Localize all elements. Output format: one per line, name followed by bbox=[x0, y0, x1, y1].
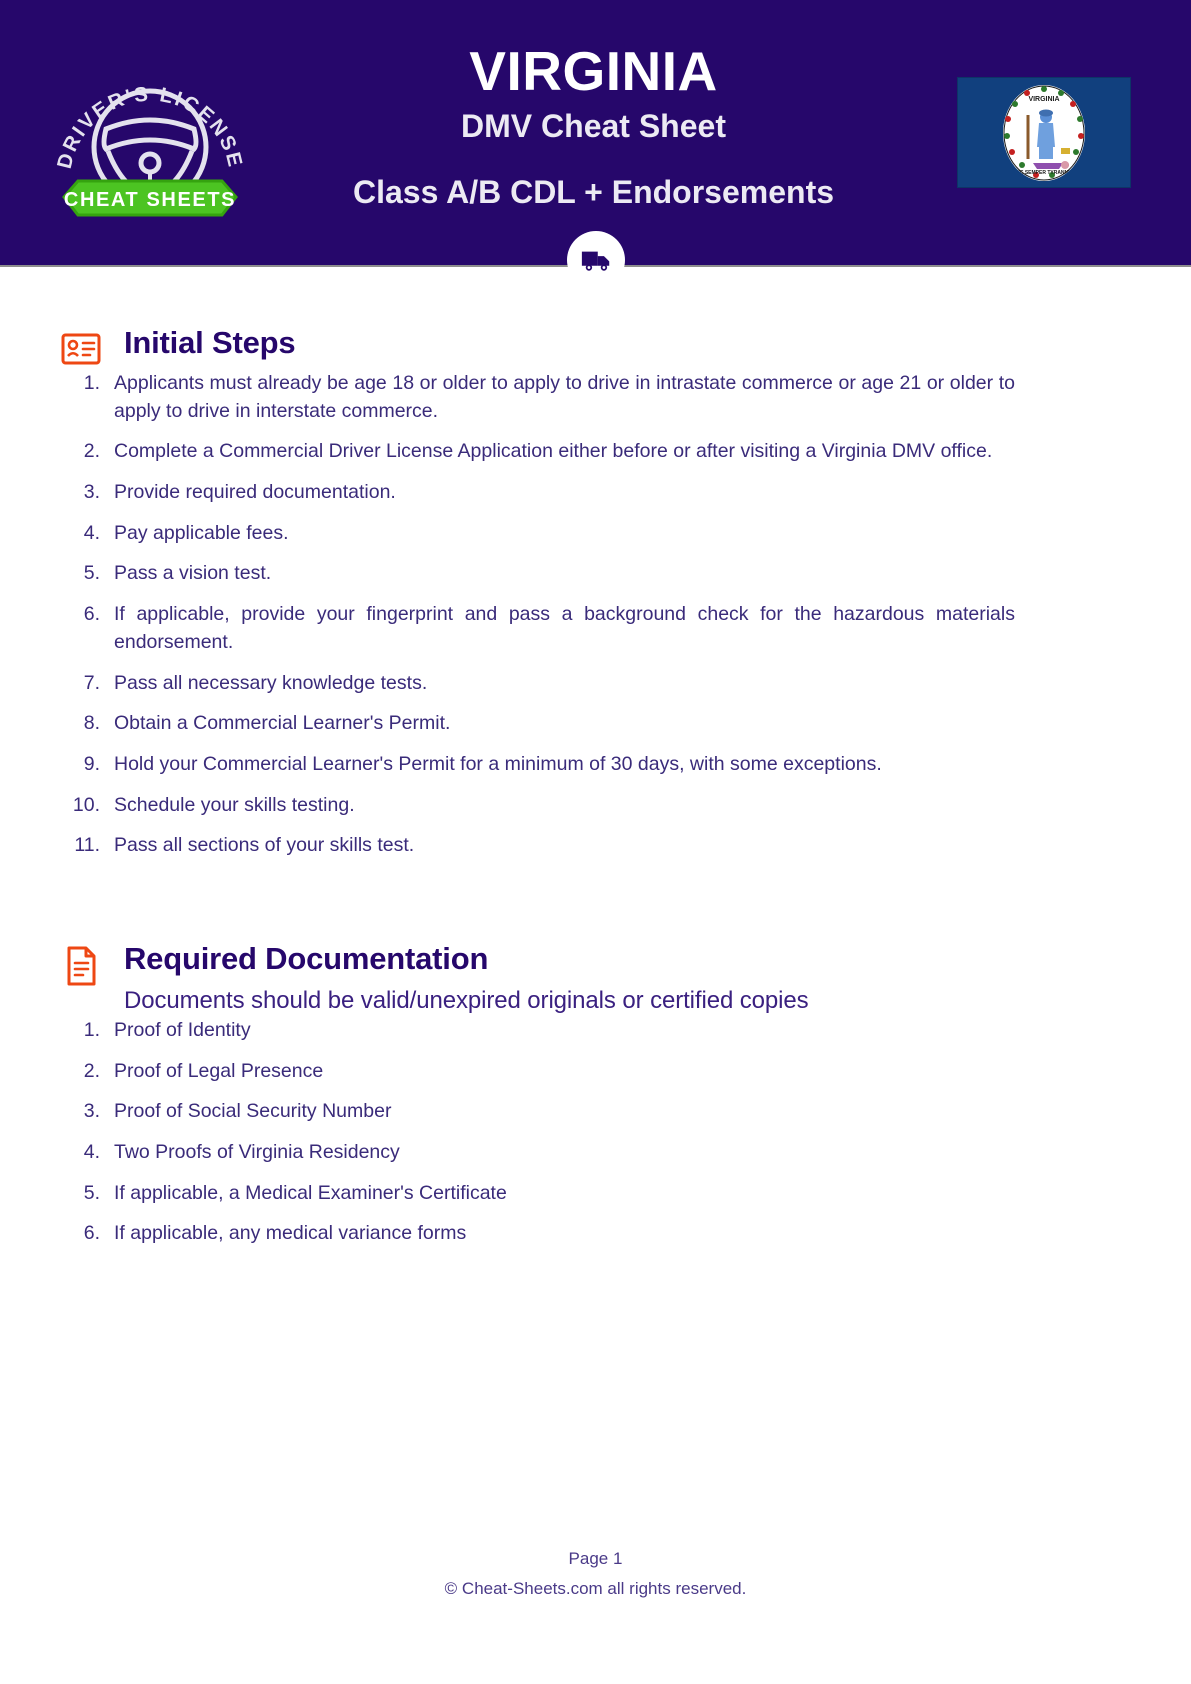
list-item: Pass all necessary knowledge tests. bbox=[60, 670, 428, 697]
list-item: Pass all sections of your skills test. bbox=[60, 832, 415, 859]
section-header: Required Documentation Documents should … bbox=[60, 941, 1131, 1017]
list-item: Proof of Social Security Number bbox=[60, 1098, 392, 1125]
virginia-seal: VIRGINIA SIC SEMPER TYRANNIS bbox=[1003, 84, 1085, 181]
page-content: Initial Steps Applicants must already be… bbox=[0, 265, 1191, 1248]
page-footer: Page 1 © Cheat-Sheets.com all rights res… bbox=[0, 1545, 1191, 1602]
document-icon bbox=[60, 944, 102, 986]
list-item: If applicable, provide your fingerprint … bbox=[60, 601, 1015, 653]
ribbon-label: CHEAT SHEETS bbox=[64, 189, 236, 211]
state-title: VIRGINIA bbox=[469, 39, 718, 102]
page-number: Page 1 bbox=[568, 1548, 623, 1568]
license-class-line: Class A/B CDL + Endorsements bbox=[352, 174, 835, 211]
list-item: Proof of Legal Presence bbox=[60, 1058, 324, 1085]
list-item: Pass a vision test. bbox=[60, 560, 272, 587]
list-item: Hold your Commercial Learner's Permit fo… bbox=[60, 751, 882, 778]
section-title: Required Documentation bbox=[124, 940, 489, 976]
initial-steps-list: Applicants must already be age 18 or old… bbox=[60, 370, 1015, 860]
svg-text:VIRGINIA: VIRGINIA bbox=[1028, 96, 1059, 103]
truck-icon bbox=[581, 251, 609, 271]
required-documentation-list: Proof of Identity Proof of Legal Presenc… bbox=[60, 1017, 1131, 1248]
list-item: If applicable, any medical variance form… bbox=[60, 1220, 467, 1247]
list-item: Proof of Identity bbox=[60, 1017, 251, 1044]
section-header: Initial Steps bbox=[60, 325, 1131, 370]
list-item: Pay applicable fees. bbox=[60, 520, 289, 547]
id-card-icon bbox=[60, 328, 102, 370]
list-item: Complete a Commercial Driver License App… bbox=[60, 438, 993, 465]
virginia-state-flag: VIRGINIA SIC SEMPER TYRANNIS bbox=[957, 77, 1131, 188]
svg-text:SIC SEMPER TYRANNIS: SIC SEMPER TYRANNIS bbox=[1015, 170, 1073, 176]
document-subtitle: DMV Cheat Sheet bbox=[461, 108, 726, 145]
list-item: Applicants must already be age 18 or old… bbox=[60, 370, 1015, 422]
section-initial-steps: Initial Steps Applicants must already be… bbox=[60, 265, 1131, 860]
page-header: DRIVER'S LICENSE CHEAT SHEETS VIRGINIA D… bbox=[0, 0, 1191, 289]
list-item: If applicable, a Medical Examiner's Cert… bbox=[60, 1180, 507, 1207]
header-titles: VIRGINIA DMV Cheat Sheet Class A/B CDL +… bbox=[230, 39, 957, 217]
list-item: Two Proofs of Virginia Residency bbox=[60, 1139, 400, 1166]
section-required-documentation: Required Documentation Documents should … bbox=[60, 873, 1131, 1248]
truck-badge bbox=[566, 231, 625, 289]
list-item: Schedule your skills testing. bbox=[60, 792, 355, 819]
section-title: Initial Steps bbox=[124, 325, 296, 360]
brand-logo: DRIVER'S LICENSE CHEAT SHEETS bbox=[50, 45, 250, 220]
list-item: Obtain a Commercial Learner's Permit. bbox=[60, 710, 451, 737]
list-item: Provide required documentation. bbox=[60, 479, 396, 506]
copyright-notice: © Cheat-Sheets.com all rights reserved. bbox=[444, 1578, 747, 1598]
svg-text:DRIVER'S LICENSE: DRIVER'S LICENSE bbox=[53, 82, 247, 171]
section-subtitle: Documents should be valid/unexpired orig… bbox=[124, 986, 809, 1014]
